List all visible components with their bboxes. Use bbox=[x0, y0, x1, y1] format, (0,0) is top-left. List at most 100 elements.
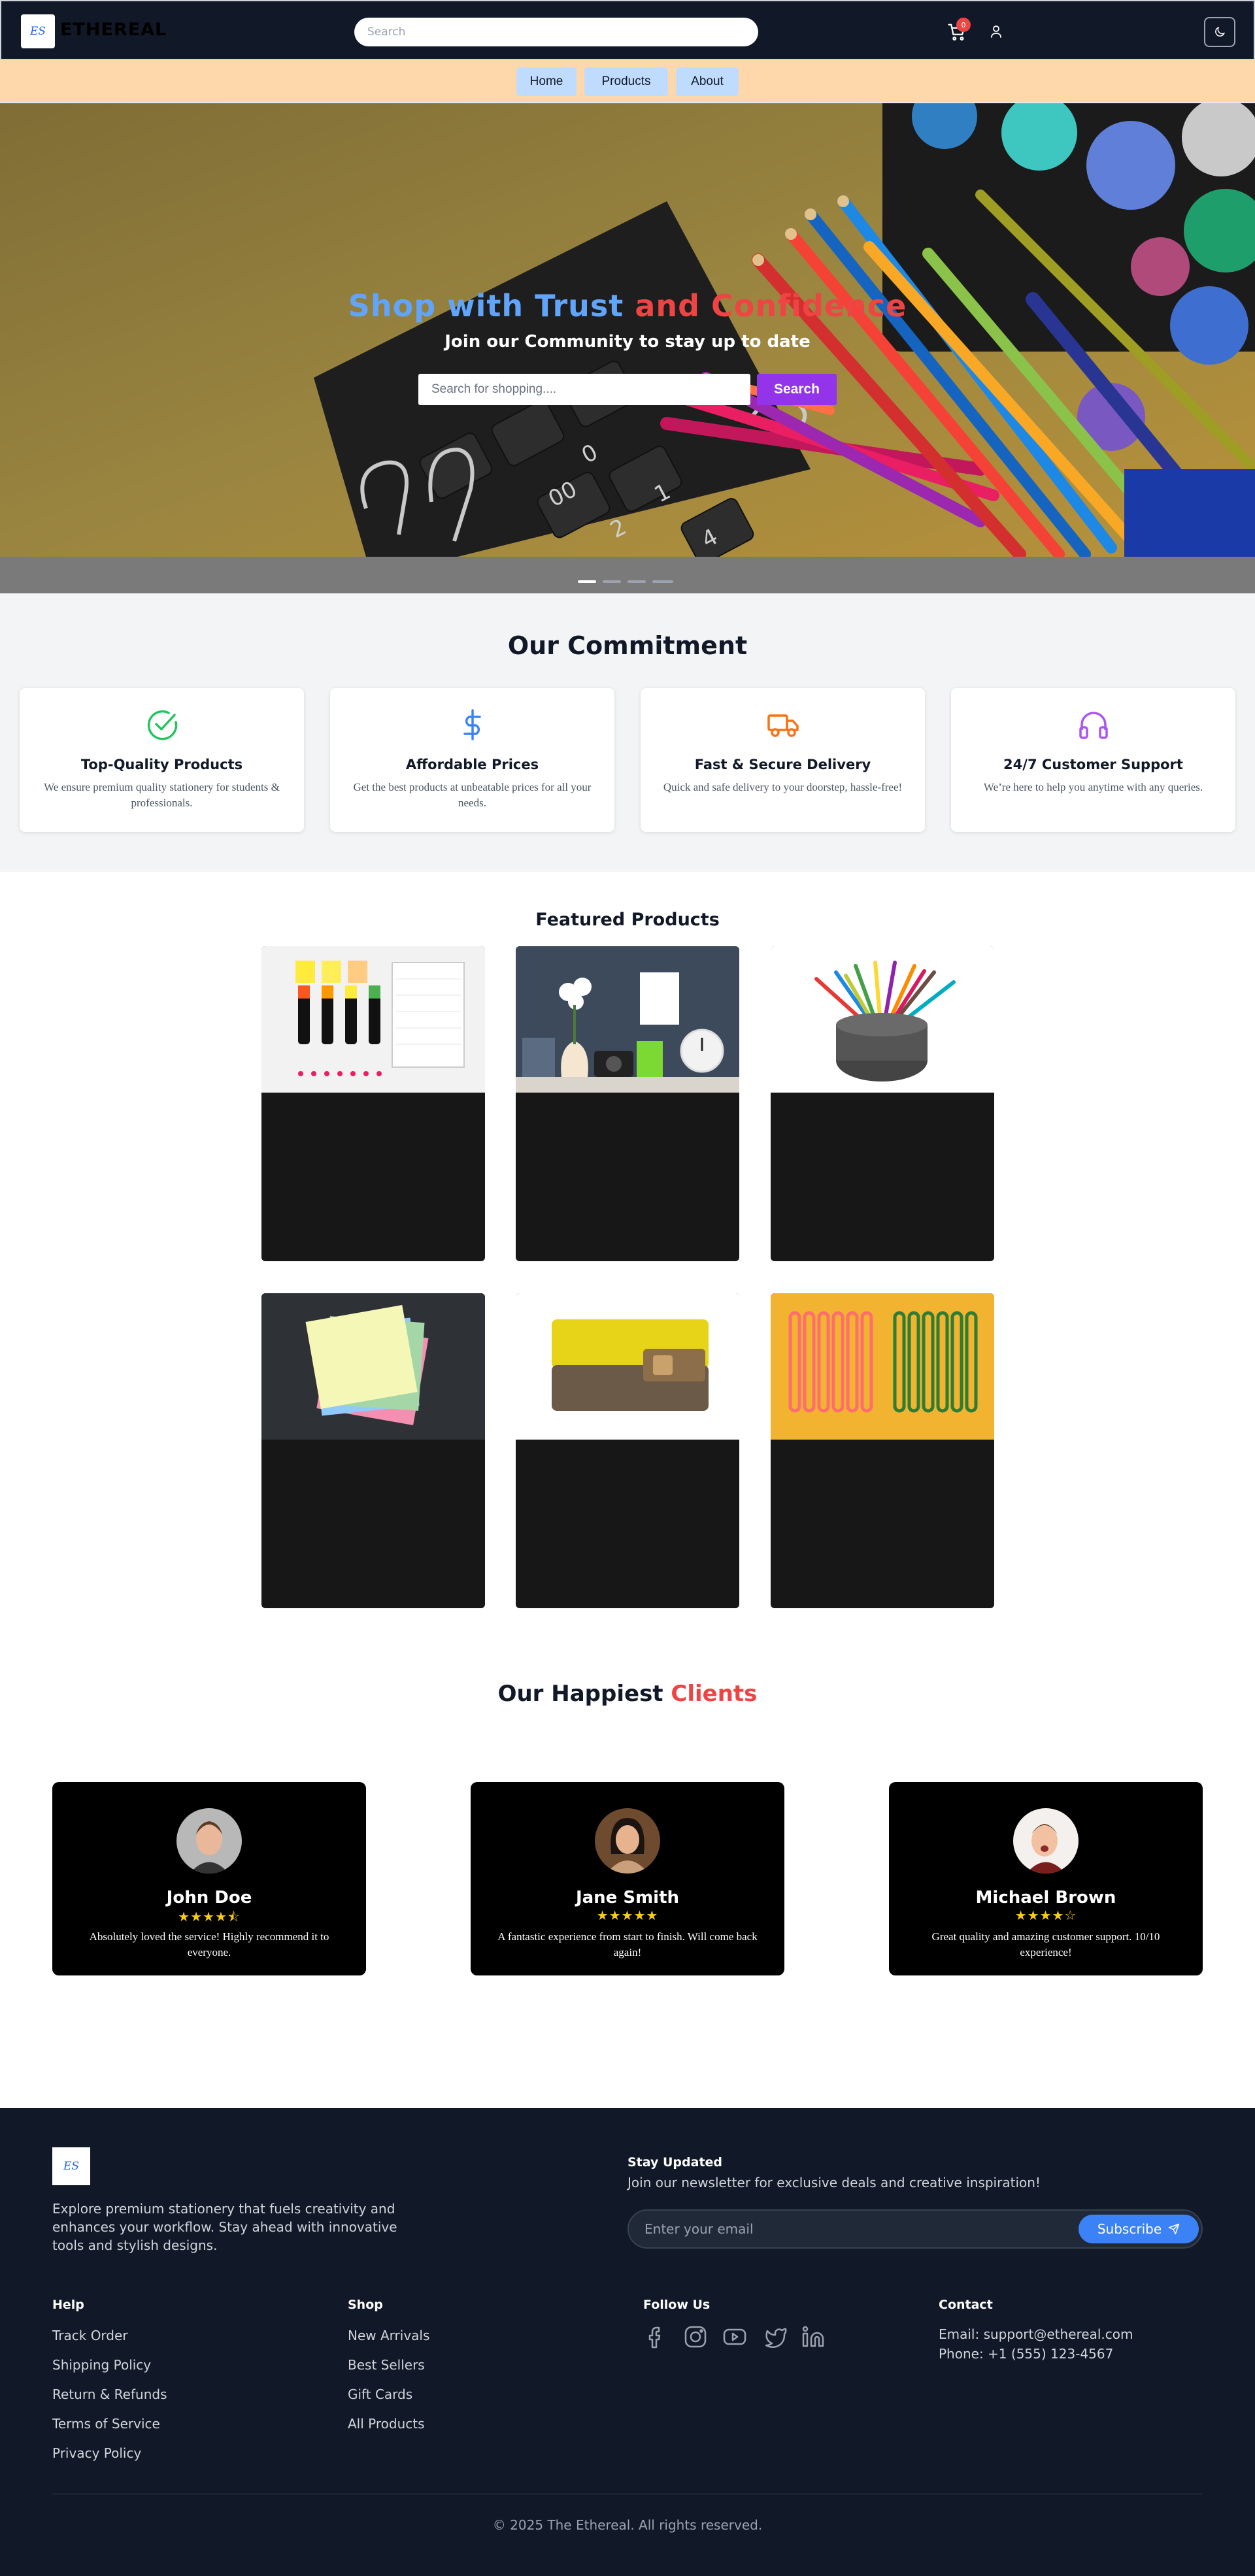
hero-background-image: 0 00 1 2 4 bbox=[0, 103, 1255, 557]
footer-shop-title: Shop bbox=[348, 2298, 383, 2312]
avatar bbox=[595, 1808, 660, 1874]
footer-help-title: Help bbox=[52, 2298, 84, 2312]
carousel-dot-5[interactable] bbox=[664, 580, 673, 583]
product-image-desk-setup bbox=[516, 946, 739, 1093]
brand-name[interactable]: ETHEREAL bbox=[60, 20, 167, 40]
facebook-icon[interactable] bbox=[643, 2324, 669, 2350]
newsletter-email-input[interactable] bbox=[644, 2211, 1037, 2247]
footer-link-all-products[interactable]: All Products bbox=[348, 2416, 425, 2432]
footer-contact-email: Email: support@ethereal.com bbox=[939, 2326, 1133, 2342]
star-rating: ★★★★★ bbox=[596, 1907, 659, 1923]
commitment-card-title: Fast & Secure Delivery bbox=[694, 757, 871, 772]
secondary-nav: Home Products About bbox=[0, 60, 1255, 103]
hero-title-part1: Shop with Trust bbox=[348, 288, 624, 323]
commitment-card-title: 24/7 Customer Support bbox=[1003, 757, 1183, 772]
client-review: Absolutely loved the service! Highly rec… bbox=[89, 1930, 329, 1958]
hero-search-button[interactable]: Search bbox=[757, 374, 837, 405]
user-icon[interactable] bbox=[988, 24, 1004, 39]
product-image-highlighters bbox=[261, 946, 485, 1093]
clients-title-main: Our Happiest bbox=[497, 1681, 663, 1707]
footer-link-privacy[interactable]: Privacy Policy bbox=[52, 2445, 141, 2461]
subscribe-label: Subscribe bbox=[1097, 2221, 1162, 2237]
footer-link-shipping-policy[interactable]: Shipping Policy bbox=[52, 2357, 151, 2373]
commitment-card-title: Affordable Prices bbox=[405, 757, 539, 772]
site-footer: ES Explore premium stationery that fuels… bbox=[0, 2108, 1255, 2576]
footer-contact-phone: Phone: +1 (555) 123-4567 bbox=[939, 2346, 1114, 2362]
dollar-icon bbox=[463, 709, 481, 740]
avatar bbox=[176, 1808, 242, 1874]
hero-subtitle: Join our Community to stay up to date bbox=[444, 332, 811, 352]
avatar bbox=[1013, 1808, 1079, 1874]
newsletter-title: Stay Updated bbox=[628, 2155, 723, 2170]
footer-about-text: Explore premium stationery that fuels cr… bbox=[52, 2201, 397, 2253]
newsletter-subtitle: Join our newsletter for exclusive deals … bbox=[628, 2175, 1041, 2190]
client-name: John Doe bbox=[166, 1888, 252, 1907]
product-card[interactable] bbox=[771, 946, 994, 1261]
footer-link-new-arrivals[interactable]: New Arrivals bbox=[348, 2328, 429, 2343]
product-card[interactable] bbox=[771, 1293, 994, 1608]
logo[interactable]: ES bbox=[21, 14, 55, 48]
clients-title-accent: Clients bbox=[671, 1681, 758, 1707]
star-rating: ★★★★☆ bbox=[1014, 1907, 1077, 1923]
product-image-colored-pencils bbox=[771, 946, 994, 1093]
nav-home-button[interactable]: Home bbox=[516, 67, 577, 96]
nav-products-button[interactable]: Products bbox=[584, 67, 668, 96]
client-name: Jane Smith bbox=[575, 1888, 680, 1907]
commitment-card-prices: Affordable Prices Get the best products … bbox=[330, 688, 614, 832]
product-image-paper-clips bbox=[771, 1293, 994, 1440]
commitment-card-support: 24/7 Customer Support We’re here to help… bbox=[951, 688, 1235, 832]
top-navbar: ES ETHEREAL 0 bbox=[0, 0, 1255, 60]
commitment-card-quality: Top-Quality Products We ensure premium q… bbox=[20, 688, 304, 832]
carousel-dot-2[interactable] bbox=[603, 580, 621, 583]
youtube-icon[interactable] bbox=[722, 2324, 748, 2350]
hero-search-input[interactable] bbox=[418, 374, 750, 405]
product-card[interactable] bbox=[516, 1293, 739, 1608]
product-image-sticky-notes bbox=[261, 1293, 485, 1440]
carousel-indicator-bar bbox=[0, 557, 1255, 593]
instagram-icon[interactable] bbox=[682, 2324, 709, 2350]
client-review: Great quality and amazing customer suppo… bbox=[931, 1930, 1160, 1958]
subscribe-button[interactable]: Subscribe bbox=[1079, 2215, 1199, 2243]
footer-link-track-order[interactable]: Track Order bbox=[52, 2328, 128, 2343]
footer-logo[interactable]: ES bbox=[52, 2147, 90, 2185]
check-circle-icon bbox=[147, 710, 178, 740]
footer-link-best-sellers[interactable]: Best Sellers bbox=[348, 2357, 425, 2373]
send-icon bbox=[1168, 2223, 1180, 2235]
footer-link-terms[interactable]: Terms of Service bbox=[52, 2416, 160, 2432]
star-rating: ★★★★⯪ bbox=[178, 1909, 241, 1924]
hero-title-part2: and Confidence bbox=[635, 288, 907, 323]
theme-toggle-button[interactable] bbox=[1204, 17, 1235, 47]
client-review: A fantastic experience from start to fin… bbox=[497, 1930, 758, 1958]
linkedin-icon[interactable] bbox=[800, 2324, 826, 2350]
newsletter-form: Subscribe bbox=[628, 2209, 1203, 2249]
footer-link-gift-cards[interactable]: Gift Cards bbox=[348, 2386, 412, 2402]
footer-link-returns[interactable]: Return & Refunds bbox=[52, 2386, 167, 2402]
commitment-card-text: We’re here to help you anytime with any … bbox=[983, 781, 1203, 793]
nav-about-button[interactable]: About bbox=[676, 67, 739, 96]
twitter-icon[interactable] bbox=[761, 2324, 787, 2350]
footer-follow-title: Follow Us bbox=[643, 2298, 711, 2312]
commitment-card-text: Get the best products at unbeatable pric… bbox=[353, 781, 592, 809]
truck-icon bbox=[767, 714, 799, 737]
commitment-card-text: We ensure premium quality stationery for… bbox=[44, 781, 280, 809]
product-image-wallet bbox=[516, 1293, 739, 1440]
commitment-section: Our Commitment Top-Quality Products We e… bbox=[0, 593, 1255, 872]
testimonial-card: Jane Smith ★★★★★ A fantastic experience … bbox=[471, 1782, 784, 1975]
search-input[interactable] bbox=[354, 18, 758, 46]
testimonial-card: Michael Brown ★★★★☆ Great quality and am… bbox=[889, 1782, 1203, 1975]
commitment-title: Our Commitment bbox=[507, 631, 748, 660]
commitment-card-delivery: Fast & Secure Delivery Quick and safe de… bbox=[641, 688, 925, 832]
client-name: Michael Brown bbox=[975, 1888, 1116, 1907]
cart-count-badge: 0 bbox=[956, 18, 971, 32]
product-card[interactable] bbox=[261, 946, 485, 1261]
commitment-card-title: Top-Quality Products bbox=[80, 757, 243, 772]
carousel-dot-3[interactable] bbox=[628, 580, 646, 583]
hero-banner: 0 00 1 2 4 Shop with Trust and Confidenc… bbox=[0, 103, 1255, 557]
headphones-icon bbox=[1079, 712, 1108, 739]
product-card[interactable] bbox=[261, 1293, 485, 1608]
testimonial-card: John Doe ★★★★⯪ Absolutely loved the serv… bbox=[52, 1782, 366, 1975]
footer-copyright: © 2025 The Ethereal. All rights reserved… bbox=[492, 2517, 763, 2533]
moon-icon bbox=[1215, 26, 1226, 37]
carousel-dot-1[interactable] bbox=[578, 580, 596, 583]
product-card[interactable] bbox=[516, 946, 739, 1261]
